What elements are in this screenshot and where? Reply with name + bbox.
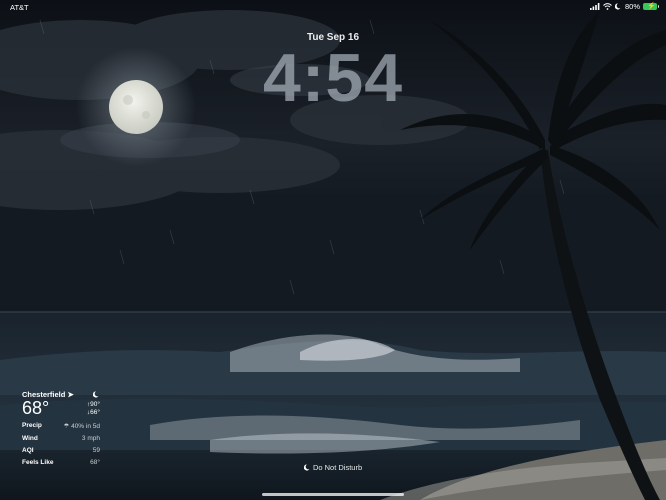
signal-icon [589,3,600,10]
weather-low: ↓66° [86,409,100,416]
weather-high-low: ↑90° ↓66° [87,401,100,417]
weather-temperature: 68° [22,398,50,418]
lock-screen-time: 4:54 [262,40,404,116]
battery-charging-icon: ⚡ [643,3,659,10]
focus-mode-indicator[interactable]: Do Not Disturb [0,463,666,472]
status-icons: 80% ⚡ [589,2,659,11]
rain-cloud-icon: ☂ [63,423,70,430]
weather-row-wind: Wind 3 mph [22,435,100,442]
moon-icon [303,464,310,471]
crescent-moon-icon [93,391,99,398]
weather-widget[interactable]: Chesterfield ➤ 68° ↑90° ↓66° Precip ☂ 40… [22,390,100,466]
moon-icon [614,3,621,10]
wifi-icon [603,3,612,10]
focus-mode-label: Do Not Disturb [312,463,363,472]
weather-high: ↑90° [86,401,100,408]
carrier-label: AT&T [10,3,29,12]
home-indicator[interactable] [262,493,404,496]
status-bar: AT&T 80% ⚡ [0,0,666,14]
battery-percent: 80% [624,2,640,11]
weather-row-aqi: AQI 59 [22,447,100,454]
weather-row-precip: Precip ☂ 40% in 5d [22,422,100,430]
location-arrow-icon: ➤ [67,390,74,399]
